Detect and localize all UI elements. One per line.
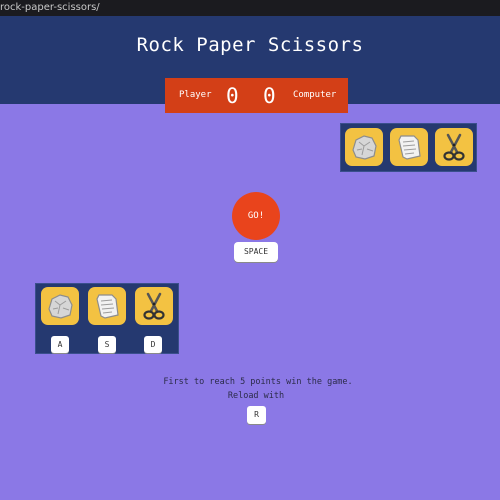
browser-address-bar[interactable]: rock-paper-scissors/ xyxy=(0,0,500,16)
rock-icon xyxy=(48,294,73,319)
computer-scissors-choice xyxy=(435,128,473,166)
key-hint-d: D xyxy=(144,336,162,353)
player-score: 0 xyxy=(226,84,239,108)
computer-paper-choice xyxy=(390,128,428,166)
game-title: Rock Paper Scissors xyxy=(136,34,364,56)
computer-choices-panel xyxy=(340,123,477,172)
key-hint-s: S xyxy=(98,336,116,353)
player-choices-panel: A S D xyxy=(35,283,179,354)
scoreboard: Player 0 0 Computer xyxy=(165,78,348,113)
scissors-icon xyxy=(143,292,165,320)
scissors-icon xyxy=(443,133,465,161)
reload-text: Reload with xyxy=(227,391,285,401)
rock-icon xyxy=(352,135,377,160)
computer-score: 0 xyxy=(263,84,276,108)
computer-label: Computer xyxy=(293,90,337,100)
player-scissors-button[interactable] xyxy=(135,287,173,325)
go-button[interactable]: GO! xyxy=(232,192,280,240)
key-hint-a: A xyxy=(51,336,69,353)
player-rock-button[interactable] xyxy=(41,287,79,325)
rules-text: First to reach 5 points win the game. xyxy=(163,377,353,387)
reload-key-hint: R xyxy=(247,406,266,424)
paper-icon xyxy=(398,135,421,160)
player-paper-button[interactable] xyxy=(88,287,126,325)
url-text: rock-paper-scissors/ xyxy=(0,2,100,13)
space-key-hint: SPACE xyxy=(234,242,278,262)
player-label: Player xyxy=(179,90,212,100)
computer-rock-choice xyxy=(345,128,383,166)
paper-icon xyxy=(96,294,119,319)
game-header: Rock Paper Scissors Player 0 0 Computer xyxy=(0,16,500,113)
